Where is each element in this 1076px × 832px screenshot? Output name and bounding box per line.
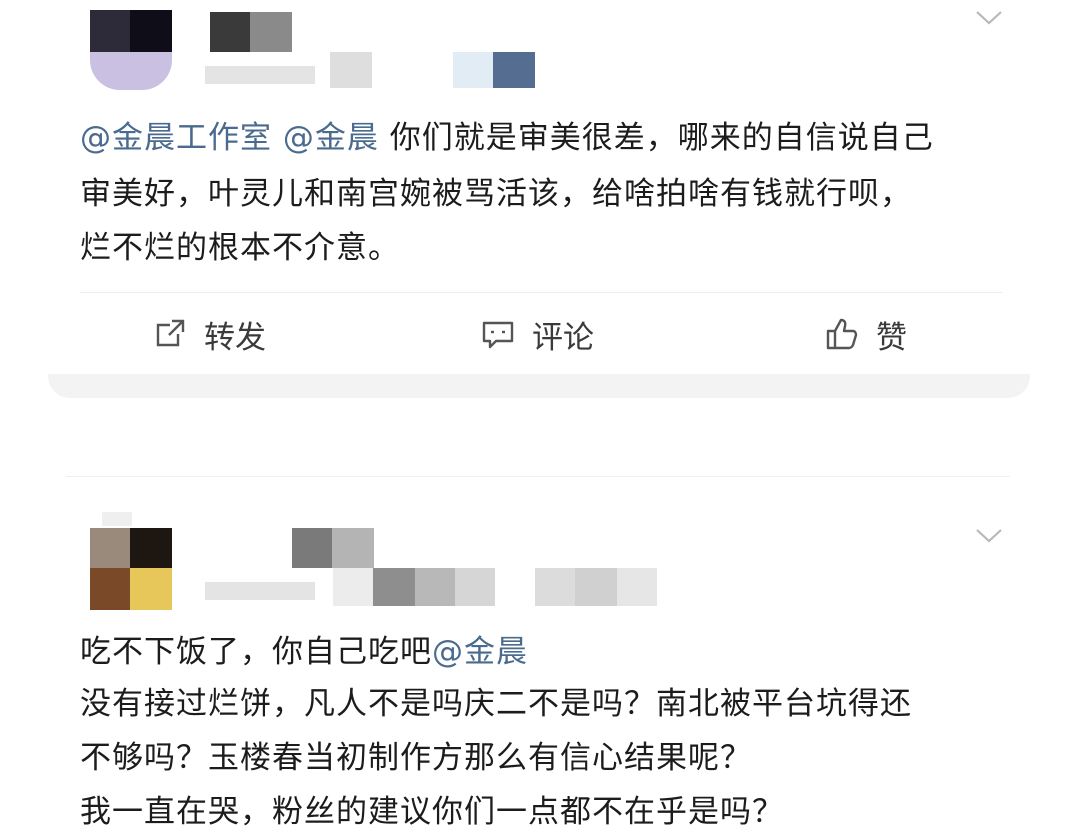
post-text-line-1: 吃不下饭了，你自己吃吧@金晨 [80,632,528,672]
post-text-line-3: 不够吗？玉楼春当初制作方那么有信心结果呢？ [80,740,752,776]
post-text-line-2: 没有接过烂饼，凡人不是吗庆二不是吗？南北被平台坑得还 [80,686,912,722]
divider [80,292,1002,293]
repost-label: 转发 [204,319,266,356]
post-card-1: @金晨工作室 @金晨 你们就是审美很差，哪来的自信说自己 审美好，叶灵儿和南宫婉… [0,0,1076,380]
username-blurred[interactable] [292,528,374,568]
text-segment [272,120,283,156]
post-text-line-2: 审美好，叶灵儿和南宫婉被骂活该，给啥拍啥有钱就行呗， [80,176,912,212]
comment-button[interactable]: 评论 [480,312,594,356]
post-text-line-1: @金晨工作室 @金晨 你们就是审美很差，哪来的自信说自己 [80,118,934,158]
chevron-down-icon[interactable] [974,8,1004,28]
post-meta-blurred [205,568,657,608]
card-bottom-edge [48,374,1030,398]
text-segment: 你们就是审美很差，哪来的自信说自己 [378,120,934,156]
like-button[interactable]: 赞 [824,312,907,356]
repost-icon [156,319,185,347]
post-text-line-3: 烂不烂的根本不介意。 [80,230,400,266]
mention-link[interactable]: @金晨工作室 [80,120,272,156]
post-card-2: 吃不下饭了，你自己吃吧@金晨 没有接过烂饼，凡人不是吗庆二不是吗？南北被平台坑得… [0,478,1076,830]
like-label: 赞 [876,319,907,356]
post-text-line-4: 我一直在哭，粉丝的建议你们一点都不在乎是吗？ [80,794,784,830]
like-icon [826,318,858,350]
chevron-down-icon[interactable] [974,526,1004,546]
avatar[interactable] [90,508,172,610]
comment-icon [482,321,514,349]
separator-line [66,476,1010,477]
separator-band [0,398,1076,478]
username-blurred[interactable] [210,12,292,52]
avatar[interactable] [90,10,172,90]
mention-link[interactable]: @金晨 [283,120,379,156]
mention-link[interactable]: @金晨 [432,634,528,670]
text-segment: 吃不下饭了，你自己吃吧 [80,634,432,670]
comment-label: 评论 [532,319,594,356]
repost-button[interactable]: 转发 [152,312,266,356]
post-meta-blurred [205,52,545,92]
